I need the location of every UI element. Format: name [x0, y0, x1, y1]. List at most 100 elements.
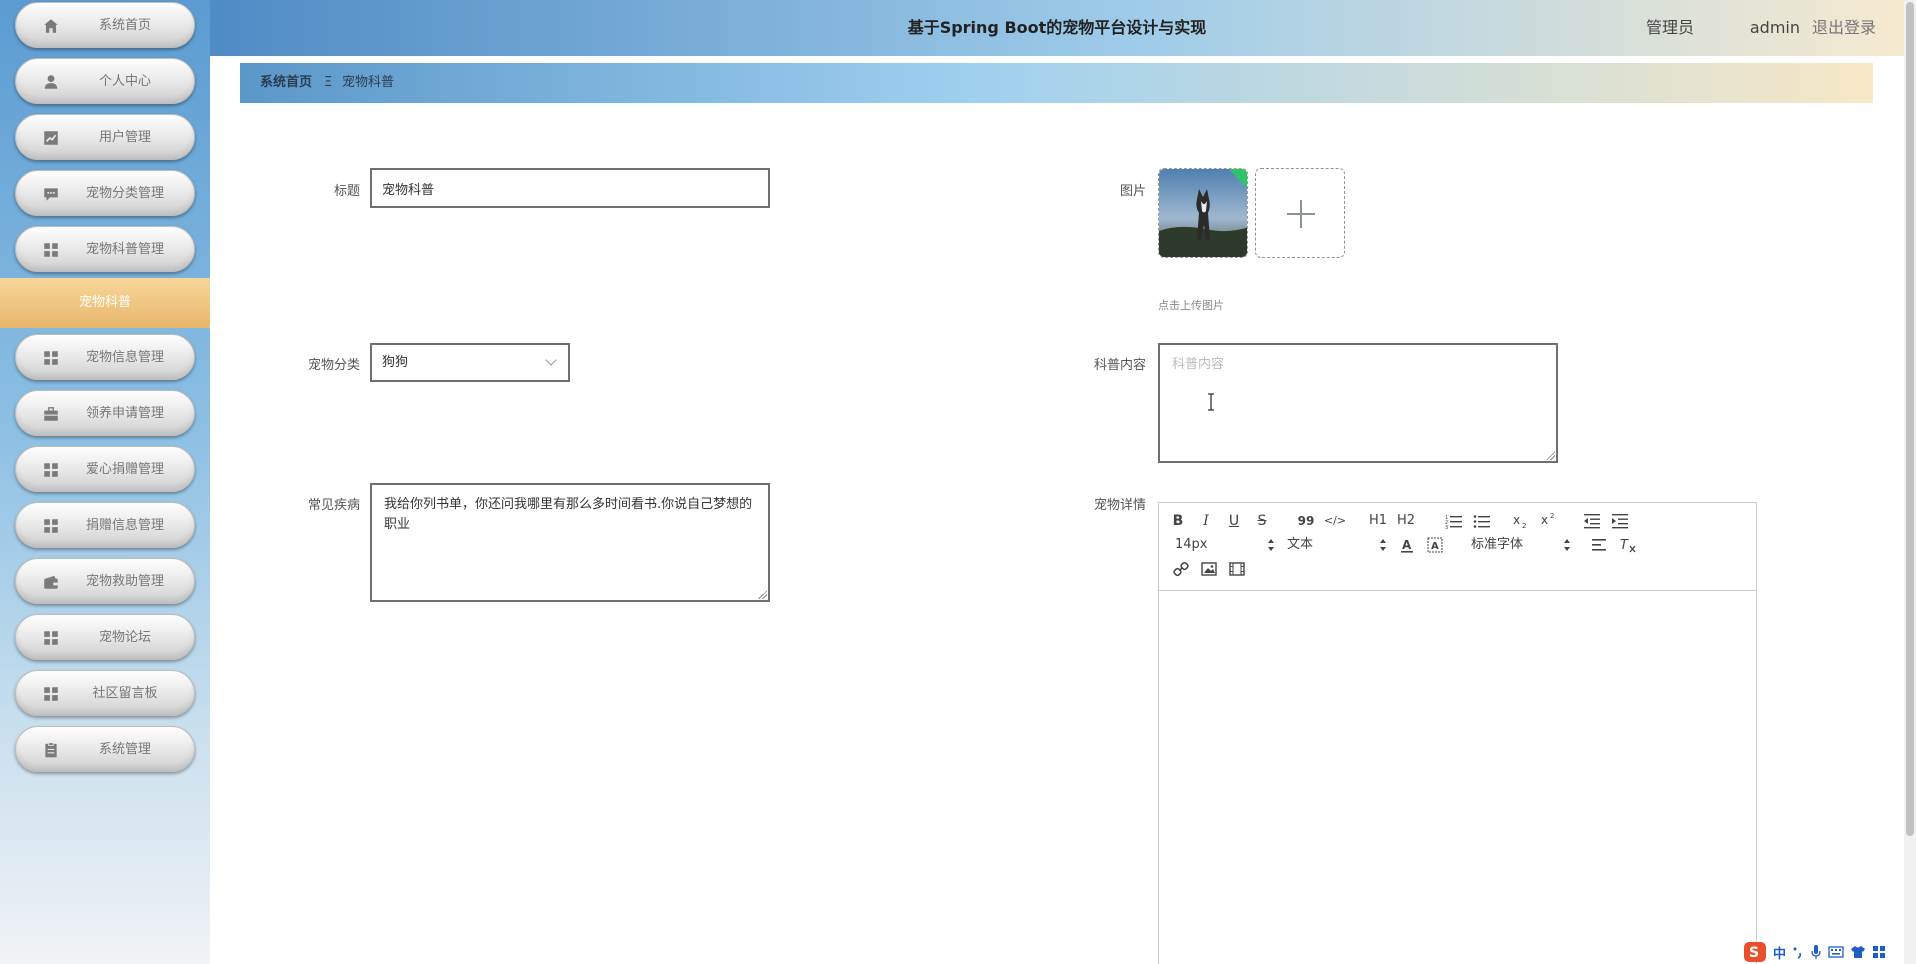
subscript-icon[interactable]: x2	[1513, 513, 1531, 529]
header2-button[interactable]: H2	[1395, 511, 1417, 531]
select-updown-icon	[1564, 539, 1570, 551]
sidebar-subitem-pet-science-active[interactable]: 宠物科普	[0, 278, 210, 328]
sidebar-item-system[interactable]: 系统管理	[15, 726, 195, 772]
svg-text:2: 2	[1522, 522, 1526, 529]
comment-icon	[44, 188, 58, 201]
sogou-logo-icon: S	[1744, 942, 1766, 962]
select-updown-icon	[1268, 539, 1274, 551]
link-icon[interactable]	[1173, 561, 1189, 577]
breadcrumb-separator: Ξ	[324, 75, 333, 90]
sidebar-item-adoption[interactable]: 领养申请管理	[15, 390, 195, 436]
top-header: 基于Spring Boot的宠物平台设计与实现 管理员 admin 退出登录	[210, 0, 1904, 56]
sidebar-item-forum[interactable]: 宠物论坛	[15, 614, 195, 660]
breadcrumb-home[interactable]: 系统首页	[260, 63, 312, 103]
font-color-icon[interactable]: A	[1399, 537, 1415, 553]
detail-label: 宠物详情	[1093, 498, 1146, 513]
sidebar-item-label: 个人中心	[98, 74, 151, 89]
sidebar-item-users[interactable]: 用户管理	[15, 114, 195, 160]
content-label: 科普内容	[1093, 358, 1146, 373]
header1-button[interactable]: H1	[1367, 511, 1389, 531]
sidebar-item-rescue[interactable]: 宠物救助管理	[15, 558, 195, 604]
resize-handle[interactable]	[758, 590, 767, 599]
editor-toolbar: B I U S 99 </> H1 H2 123 x2 x2 14px 文本 A…	[1159, 503, 1756, 591]
svg-text:3: 3	[1445, 525, 1448, 529]
font-size-select[interactable]: 14px	[1175, 535, 1275, 555]
resize-handle[interactable]	[1546, 451, 1555, 460]
chart-icon	[44, 131, 58, 145]
category-selected-value: 狗狗	[382, 355, 409, 370]
outdent-icon[interactable]	[1583, 513, 1601, 529]
user-name: admin	[1749, 18, 1800, 37]
disease-textarea[interactable]: 我给你列书单，你还问我哪里有那么多时间看书.你说自己梦想的职业	[370, 483, 770, 602]
clipboard-icon	[45, 742, 57, 758]
superscript-icon[interactable]: x2	[1541, 511, 1559, 527]
sidebar-item-label: 宠物救助管理	[85, 574, 164, 589]
ime-toolbar[interactable]: S 中	[1743, 940, 1886, 964]
svg-text:2: 2	[1550, 512, 1554, 520]
user-role: 管理员	[1645, 18, 1694, 37]
wallet-icon	[44, 575, 58, 589]
sidebar-item-donation-info[interactable]: 捐赠信息管理	[15, 502, 195, 548]
svg-text:S: S	[1749, 945, 1759, 961]
breadcrumb: 系统首页 Ξ 宠物科普	[240, 63, 1873, 103]
font-family-select[interactable]: 标准字体	[1471, 535, 1571, 555]
image-upload-button[interactable]	[1255, 168, 1345, 258]
microphone-icon	[1811, 945, 1821, 959]
sidebar: 系统首页 个人中心 用户管理 宠物分类管理 宠物科普管理 宠物科普 宠物信息管理…	[0, 0, 210, 964]
indent-icon[interactable]	[1611, 513, 1629, 529]
pet-image-thumbnail[interactable]	[1158, 168, 1248, 258]
editor-content-area[interactable]	[1159, 592, 1756, 964]
svg-text:x: x	[1513, 513, 1520, 527]
page-scrollbar[interactable]	[1904, 0, 1916, 964]
sidebar-item-donation[interactable]: 爱心捐赠管理	[15, 446, 195, 492]
text-style-select[interactable]: 文本	[1287, 535, 1387, 555]
sidebar-item-label: 捐赠信息管理	[85, 518, 164, 533]
grid-icon	[44, 351, 58, 365]
align-left-icon[interactable]	[1591, 538, 1607, 552]
image-label: 图片	[1119, 184, 1146, 199]
clear-format-icon[interactable]: T	[1619, 537, 1637, 553]
chevron-down-icon	[545, 354, 557, 366]
sidebar-item-label: 宠物科普管理	[85, 242, 164, 257]
home-icon	[44, 19, 58, 33]
select-updown-icon	[1380, 539, 1386, 551]
background-color-icon[interactable]: A	[1427, 537, 1443, 553]
ordered-list-icon[interactable]: 123	[1445, 513, 1463, 529]
content-textarea[interactable]: 科普内容	[1158, 343, 1558, 463]
disease-label: 常见疾病	[307, 498, 360, 513]
category-label: 宠物分类	[307, 358, 360, 373]
image-icon[interactable]	[1201, 561, 1217, 577]
grid-icon	[44, 631, 58, 645]
sidebar-item-pet-science[interactable]: 宠物科普管理	[15, 226, 195, 272]
sidebar-item-pet-info[interactable]: 宠物信息管理	[15, 334, 195, 380]
sidebar-item-profile[interactable]: 个人中心	[15, 58, 195, 104]
toolbox-grid-icon	[1873, 946, 1886, 958]
upload-tip: 点击上传图片	[1158, 299, 1224, 312]
italic-button[interactable]: I	[1197, 511, 1215, 531]
logout-link[interactable]: 退出登录	[1812, 0, 1876, 56]
font-size-value: 14px	[1175, 537, 1208, 552]
keyboard-icon	[1828, 946, 1844, 958]
svg-text:x: x	[1541, 513, 1548, 527]
code-block-button[interactable]: </>	[1323, 511, 1347, 531]
grid-icon	[44, 687, 58, 701]
sidebar-item-message-board[interactable]: 社区留言板	[15, 670, 195, 716]
sidebar-item-pet-category[interactable]: 宠物分类管理	[15, 170, 195, 216]
bold-button[interactable]: B	[1169, 511, 1187, 531]
sidebar-item-label: 系统首页	[98, 18, 151, 33]
text-cursor-icon	[1208, 393, 1214, 411]
sidebar-item-home[interactable]: 系统首页	[15, 2, 195, 48]
title-input[interactable]	[370, 168, 770, 208]
blockquote-button[interactable]: 99	[1295, 511, 1317, 531]
bullet-list-icon[interactable]	[1473, 513, 1491, 529]
grid-icon	[44, 463, 58, 477]
ime-mode-label: 中	[1773, 946, 1787, 962]
underline-button[interactable]: U	[1225, 511, 1243, 531]
scrollbar-thumb[interactable]	[1906, 2, 1914, 836]
sidebar-item-label: 宠物信息管理	[85, 350, 164, 365]
strike-button[interactable]: S	[1253, 511, 1271, 531]
category-select[interactable]: 狗狗	[370, 343, 570, 382]
video-icon[interactable]	[1229, 561, 1245, 577]
briefcase-icon	[44, 407, 58, 421]
user-icon	[44, 75, 58, 89]
